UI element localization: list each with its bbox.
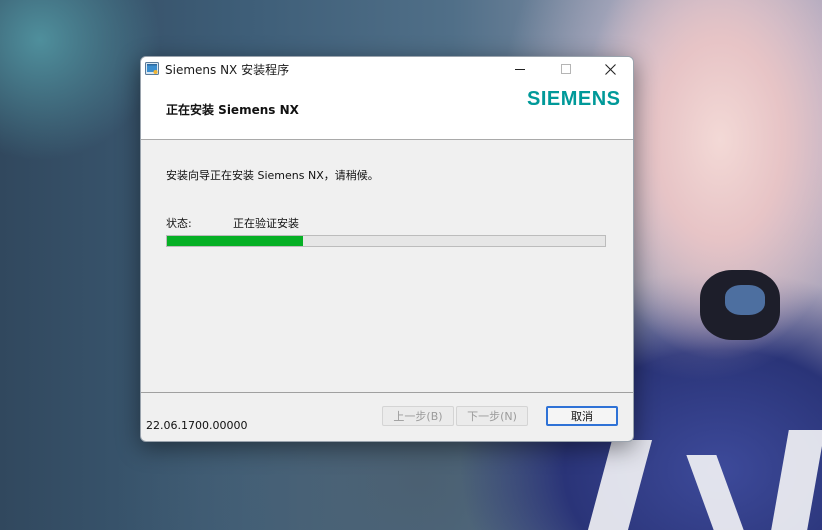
- maximize-icon: [561, 64, 571, 74]
- progress-bar-fill: [167, 236, 303, 246]
- version-label: 22.06.1700.00000: [146, 419, 248, 432]
- page-title: 正在安装 Siemens NX: [166, 103, 299, 117]
- installer-app-icon: [145, 62, 159, 75]
- close-icon: [604, 63, 616, 75]
- installer-window: Siemens NX 安装程序 正在安装 Siemens NX SIEMENS …: [140, 56, 634, 442]
- minimize-button[interactable]: [497, 57, 543, 81]
- minimize-icon: [515, 69, 525, 70]
- status-value: 正在验证安装: [233, 217, 299, 230]
- install-message: 安装向导正在安装 Siemens NX，请稍候。: [166, 169, 379, 182]
- status-label: 状态:: [166, 217, 192, 230]
- footer-divider: [141, 392, 633, 393]
- siemens-logo: SIEMENS: [527, 88, 621, 110]
- back-button[interactable]: 上一步(B): [382, 406, 454, 426]
- cancel-button[interactable]: 取消: [546, 406, 618, 426]
- close-button[interactable]: [587, 57, 633, 81]
- next-button[interactable]: 下一步(N): [456, 406, 528, 426]
- maximize-button[interactable]: [543, 57, 589, 81]
- wizard-header: 正在安装 Siemens NX SIEMENS: [141, 81, 633, 140]
- title-bar[interactable]: Siemens NX 安装程序: [141, 57, 633, 81]
- progress-bar: [166, 235, 606, 247]
- window-title: Siemens NX 安装程序: [165, 63, 290, 77]
